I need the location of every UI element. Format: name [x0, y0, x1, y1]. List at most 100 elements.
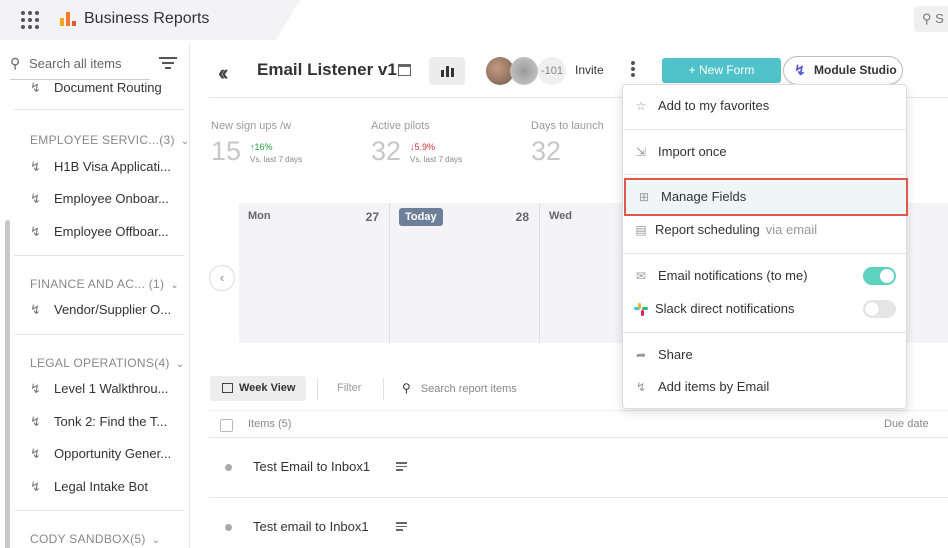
menu-item-import-once[interactable]: ⇲ Import once — [623, 136, 906, 168]
search-icon: ⚲ — [922, 11, 932, 26]
filter-icon[interactable] — [159, 57, 177, 69]
sidebar-item-h1b-visa[interactable]: ↯ H1B Visa Applicati... — [30, 159, 171, 175]
sidebar-item-label: Document Routing — [54, 80, 162, 95]
sidebar-item-label: Tonk 2: Find the T... — [54, 414, 168, 429]
import-icon: ⇲ — [635, 145, 647, 159]
more-options-icon[interactable] — [631, 61, 635, 79]
chevron-down-icon: ⌄ — [151, 535, 161, 546]
search-icon: ⚲ — [402, 381, 411, 395]
sidebar-item-tonk-2[interactable]: ↯ Tonk 2: Find the T... — [30, 414, 167, 430]
calendar-prev-button[interactable]: ‹ — [209, 265, 235, 291]
slack-notifications-toggle[interactable] — [863, 300, 896, 318]
due-date-column-header[interactable]: Due date — [884, 418, 929, 430]
global-search-placeholder: S — [935, 11, 944, 26]
sidebar-item-vendor-supplier[interactable]: ↯ Vendor/Supplier O... — [30, 302, 171, 318]
description-icon — [396, 522, 407, 533]
stat-change-up: ↑16% — [250, 142, 273, 152]
toggle-knob — [865, 302, 879, 316]
module-studio-button[interactable]: ↯ Module Studio — [783, 56, 903, 85]
sidebar-item-employee-onboarding[interactable]: ↯ Employee Onboar... — [30, 191, 169, 207]
calendar-day-name: Wed — [549, 210, 573, 222]
menu-item-label: Manage Fields — [661, 189, 747, 204]
sidebar-item-level-1-walkthrough[interactable]: ↯ Level 1 Walkthrou... — [30, 381, 168, 397]
row-title[interactable]: Test email to Inbox1 — [253, 519, 369, 534]
stat-subtext: Vs. last 7 days — [410, 155, 463, 164]
sidebar-item-label: Level 1 Walkthrou... — [54, 381, 169, 396]
menu-divider — [623, 253, 906, 254]
sidebar-item-document-routing[interactable]: ↯ Document Routing — [30, 80, 162, 96]
email-notifications-toggle[interactable] — [863, 267, 896, 285]
sidebar-group-label: LEGAL OPERATIONS(4) — [30, 356, 170, 370]
filter-button[interactable]: Filter — [337, 382, 361, 394]
stat-change-down: ↓5.9% — [410, 142, 435, 152]
table-row[interactable]: Test Email to Inbox1 — [209, 438, 948, 498]
calendar-day-name: Mon — [248, 210, 271, 222]
menu-item-email-notifications[interactable]: ✉ Email notifications (to me) — [623, 260, 906, 292]
menu-item-share[interactable]: ➦ Share — [623, 339, 906, 371]
sidebar-divider — [14, 109, 184, 110]
sidebar-search-placeholder: Search all items — [29, 56, 122, 71]
sidebar-item-legal-intake-bot[interactable]: ↯ Legal Intake Bot — [30, 479, 148, 495]
stat-active-pilots: Active pilots 32 ↓5.9% Vs. last 7 days — [371, 120, 462, 166]
sidebar-group-employee-services[interactable]: EMPLOYEE SERVIC...(3) ⌄ — [30, 133, 189, 147]
invite-link[interactable]: Invite — [575, 63, 604, 77]
via-email-hint: via email — [765, 222, 818, 237]
global-search-input[interactable]: ⚲ S — [914, 6, 948, 32]
sidebar-search-input[interactable]: ⚲ Search all items — [10, 54, 150, 80]
calendar-day-date: 27 — [365, 210, 379, 224]
report-search-input[interactable]: ⚲ Search report items — [402, 381, 517, 395]
new-form-button[interactable]: + New Form — [662, 58, 781, 83]
sidebar: ⚲ Search all items ↯ Document Routing EMP… — [0, 44, 190, 548]
sidebar-item-label: Employee Offboar... — [54, 224, 169, 239]
bolt-icon: ↯ — [794, 62, 806, 78]
sidebar-group-label: EMPLOYEE SERVIC...(3) — [30, 133, 175, 147]
sidebar-divider — [14, 334, 184, 335]
stat-label: New sign ups /w — [211, 120, 292, 132]
table-grid-icon: ⊞ — [638, 190, 650, 204]
page-title: Email Listener v1 — [257, 60, 397, 79]
app-launcher-grid-icon[interactable] — [21, 11, 39, 29]
menu-item-add-favorites[interactable]: ☆ Add to my favorites — [623, 90, 906, 122]
top-bar: Business Reports ⚲ S — [0, 0, 948, 40]
sidebar-item-label: Vendor/Supplier O... — [54, 302, 172, 317]
stat-change-value: 16% — [254, 142, 273, 152]
sidebar-item-employee-offboarding[interactable]: ↯ Employee Offboar... — [30, 224, 169, 240]
chevron-down-icon: ⌄ — [170, 280, 180, 291]
sidebar-group-legal-operations[interactable]: LEGAL OPERATIONS(4) ⌄ — [30, 356, 184, 370]
bolt-icon: ↯ — [30, 159, 41, 174]
week-view-button[interactable]: Week View — [210, 376, 306, 401]
status-dot — [225, 464, 232, 471]
toolbar-divider — [383, 378, 384, 400]
row-title[interactable]: Test Email to Inbox1 — [253, 459, 370, 474]
menu-item-manage-fields[interactable]: ⊞ Manage Fields — [624, 178, 908, 216]
bolt-icon: ↯ — [30, 302, 41, 317]
sidebar-item-label: Opportunity Gener... — [54, 446, 172, 461]
sidebar-divider — [14, 255, 184, 256]
member-avatars[interactable]: -101 — [486, 57, 566, 85]
table-row[interactable]: Test email to Inbox1 — [209, 498, 948, 548]
items-column-header[interactable]: Items (5) — [248, 418, 291, 430]
menu-item-report-scheduling[interactable]: ▤ Report scheduling via email — [623, 214, 906, 246]
menu-item-add-items-by-email[interactable]: ↯ Add items by Email — [623, 371, 906, 403]
menu-item-slack-notifications[interactable]: Slack direct notifications — [623, 293, 906, 325]
sidebar-group-cody-sandbox[interactable]: CODY SANDBOX(5) ⌄ — [30, 532, 160, 546]
menu-item-label: Add items by Email — [658, 379, 770, 394]
select-all-checkbox[interactable] — [220, 419, 233, 432]
chart-view-button[interactable] — [429, 57, 465, 85]
calendar-day-column[interactable]: Mon 27 — [239, 203, 390, 343]
report-search-placeholder: Search report items — [420, 383, 517, 395]
menu-item-label: Slack direct notifications — [655, 301, 795, 316]
menu-divider — [623, 129, 906, 130]
today-badge: Today — [399, 208, 443, 226]
sidebar-group-finance[interactable]: FINANCE AND AC... (1) ⌄ — [30, 277, 179, 291]
stat-label: Days to launch — [531, 120, 604, 132]
stat-new-signups: New sign ups /w 15 ↑16% Vs. last 7 days — [211, 120, 302, 166]
description-icon — [396, 462, 407, 473]
bolt-icon: ↯ — [30, 446, 41, 461]
sidebar-item-opportunity-generator[interactable]: ↯ Opportunity Gener... — [30, 446, 171, 462]
collapse-sidebar-icon[interactable]: ‹‹ — [218, 60, 228, 86]
envelope-icon: ✉ — [635, 269, 647, 283]
calendar-day-column-today[interactable]: Today 28 — [390, 203, 540, 343]
sidebar-scrollbar-thumb[interactable] — [5, 220, 10, 548]
menu-item-label: Share — [658, 347, 693, 362]
